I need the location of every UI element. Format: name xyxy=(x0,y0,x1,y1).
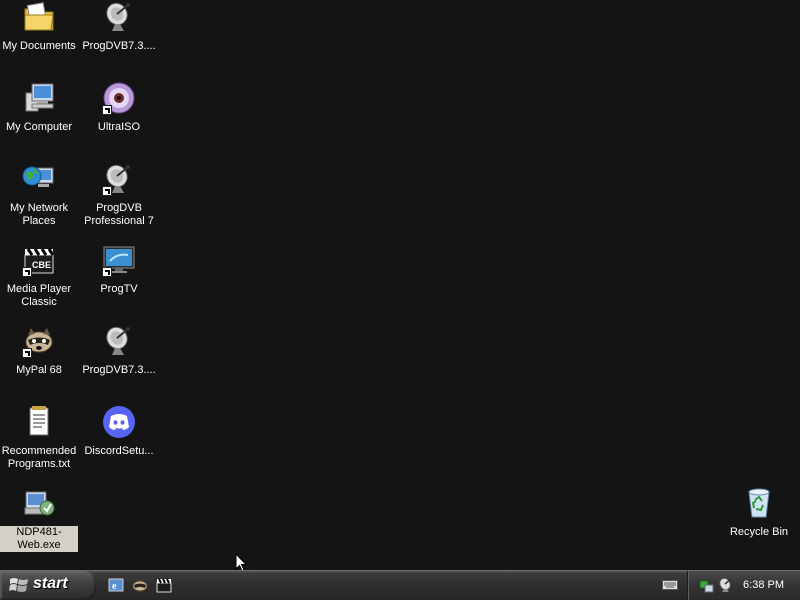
folder-icon xyxy=(22,0,56,34)
windows-logo-icon xyxy=(9,578,28,592)
satellite-dish-icon xyxy=(102,162,136,196)
desktop-icon-label: Recycle Bin xyxy=(729,526,789,538)
shortcut-arrow-icon xyxy=(102,186,112,196)
desktop-icon-recycle-bin[interactable]: Recycle Bin xyxy=(720,486,798,539)
shortcut-arrow-icon xyxy=(22,348,32,358)
network-tray-icon[interactable] xyxy=(698,577,714,593)
satellite-tray-icon[interactable] xyxy=(718,577,734,593)
shortcut-arrow-icon xyxy=(102,105,112,115)
desktop-icon-ndp481-web[interactable]: NDP481-Web.exe xyxy=(0,486,78,552)
svg-text:CBE: CBE xyxy=(32,260,51,270)
keyboard-icon[interactable] xyxy=(662,579,678,591)
desktop-icon-progdvb-2[interactable]: ProgDVB7.3.... xyxy=(80,324,158,377)
recycle-bin-icon xyxy=(742,486,776,520)
system-tray: 6:38 PM xyxy=(687,571,800,600)
desktop-icon-progdvb-professional[interactable]: ProgDVB Professional 7 xyxy=(80,162,158,228)
quicklaunch-browser-icon[interactable]: e xyxy=(108,577,124,593)
tv-monitor-icon xyxy=(102,243,136,277)
desktop-icon-discord-setup[interactable]: DiscordSetu... xyxy=(80,405,158,458)
installer-icon xyxy=(22,486,56,520)
text-file-icon xyxy=(22,405,56,439)
desktop-icon-label: ProgTV xyxy=(100,283,138,295)
desktop-icon-label: NDP481-Web.exe xyxy=(0,526,78,552)
desktop-icon-label: ProgDVB7.3.... xyxy=(82,40,156,52)
start-button[interactable]: start xyxy=(0,571,96,600)
desktop-icon-my-network-places[interactable]: My Network Places xyxy=(0,162,78,228)
desktop-icon-label: My Documents xyxy=(2,40,76,52)
desktop-icon-mypal-68[interactable]: MyPal 68 xyxy=(0,324,78,377)
desktop-icon-media-player-classic[interactable]: CBE Media Player Classic xyxy=(0,243,78,309)
desktop-icon-progdvb-1[interactable]: ProgDVB7.3.... xyxy=(80,0,158,53)
desktop-icon-ultraiso[interactable]: UltraISO xyxy=(80,81,158,134)
desktop-icon-label: My Computer xyxy=(5,121,73,133)
desktop-icon-recommended-programs[interactable]: Recommended Programs.txt xyxy=(0,405,78,471)
raccoon-icon xyxy=(22,324,56,358)
shortcut-arrow-icon xyxy=(22,267,32,277)
desktop: My Documents My Computer My Network Plac… xyxy=(0,0,800,572)
network-globe-icon xyxy=(22,162,56,196)
start-label: start xyxy=(33,575,68,592)
quicklaunch-mypal-icon[interactable] xyxy=(132,577,148,593)
desktop-icon-label: UltraISO xyxy=(97,121,141,133)
satellite-dish-icon xyxy=(102,0,136,34)
desktop-icon-my-computer[interactable]: My Computer xyxy=(0,81,78,134)
desktop-icon-label: DiscordSetu... xyxy=(84,445,154,457)
desktop-icon-label: ProgDVB Professional 7 xyxy=(84,202,154,227)
computer-icon xyxy=(22,81,56,115)
desktop-icon-label: Media Player Classic xyxy=(6,283,72,308)
disc-icon xyxy=(102,81,136,115)
svg-text:e: e xyxy=(112,581,117,592)
desktop-icon-progtv[interactable]: ProgTV xyxy=(80,243,158,296)
clapperboard-icon: CBE xyxy=(22,243,56,277)
satellite-dish-icon xyxy=(102,324,136,358)
desktop-icon-my-documents[interactable]: My Documents xyxy=(0,0,78,53)
desktop-icon-label: My Network Places xyxy=(9,202,69,227)
discord-icon xyxy=(102,405,136,439)
desktop-icon-label: ProgDVB7.3.... xyxy=(82,364,156,376)
taskbar: start e 6:38 PM xyxy=(0,570,800,600)
desktop-icon-label: Recommended Programs.txt xyxy=(1,445,77,470)
clock[interactable]: 6:38 PM xyxy=(743,579,784,591)
desktop-icon-label: MyPal 68 xyxy=(16,364,62,376)
quicklaunch-clapperboard-icon[interactable] xyxy=(156,577,172,593)
shortcut-arrow-icon xyxy=(102,267,112,277)
